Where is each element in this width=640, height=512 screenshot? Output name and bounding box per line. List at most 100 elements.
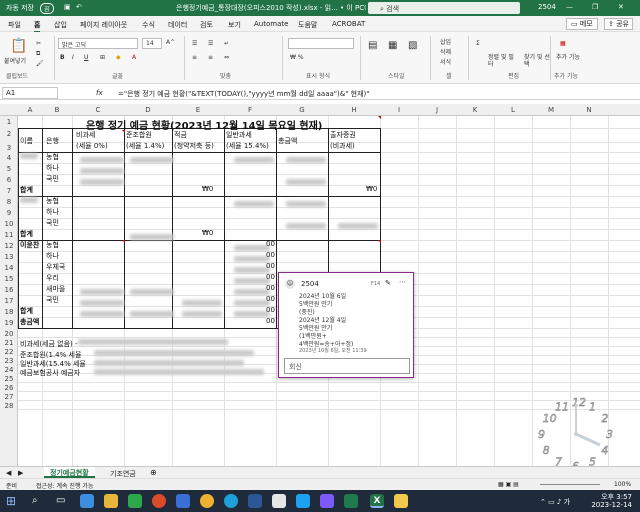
font-color-icon[interactable]: A [132, 54, 136, 61]
user-name[interactable]: 2504 [538, 3, 556, 11]
row-header[interactable]: 13 [0, 253, 18, 261]
bold-icon[interactable]: B [60, 54, 65, 61]
cut-icon[interactable]: ✂ [36, 40, 41, 47]
addin-button[interactable]: 추가 기능 [556, 54, 580, 61]
insert-cells-button[interactable]: 삽입 [440, 37, 451, 46]
tab-automate[interactable]: Automate [254, 20, 288, 28]
row-header[interactable]: 16 [0, 286, 18, 294]
italic-icon[interactable]: I [72, 54, 74, 61]
underline-icon[interactable]: U [84, 54, 88, 61]
comment-indicator[interactable] [122, 240, 125, 243]
taskbar-date[interactable]: 2023-12-14 [582, 501, 632, 509]
autosave-toggle[interactable]: 끔 [40, 3, 54, 14]
format-painter-icon[interactable]: 🖌 [36, 60, 44, 67]
app-icon[interactable] [176, 494, 190, 508]
addin-icon[interactable]: ▦ [560, 40, 566, 47]
accessibility-status[interactable]: 접근성: 계속 진행 가능 [36, 481, 93, 490]
font-name-select[interactable]: 맑은 고딕 [58, 38, 138, 49]
sheet-tab-active[interactable]: 정기예금현황 [44, 467, 95, 478]
col-header-f[interactable]: F [224, 106, 276, 114]
paste-button[interactable]: 붙여넣기 [4, 56, 26, 65]
row-header[interactable]: 14 [0, 264, 18, 272]
row-header[interactable]: 5 [0, 165, 18, 173]
undo-icon[interactable]: ↶ [76, 3, 82, 11]
tab-page-layout[interactable]: 페이지 레이아웃 [80, 20, 127, 30]
row-header[interactable]: 20 [0, 330, 18, 338]
col-header-j[interactable]: J [418, 106, 456, 114]
autosum-icon[interactable]: Σ [476, 40, 480, 47]
number-format-select[interactable] [288, 38, 354, 49]
row-header[interactable]: 8 [0, 198, 18, 206]
zoom-level[interactable]: 100% [614, 481, 631, 488]
tab-acrobat[interactable]: ACROBAT [332, 20, 365, 28]
name-box[interactable]: A1 [2, 87, 58, 99]
app-icon[interactable] [394, 494, 408, 508]
app-icon[interactable] [320, 494, 334, 508]
row-header[interactable]: 12 [0, 242, 18, 250]
close-icon[interactable]: ✕ [618, 3, 624, 11]
app-icon[interactable] [272, 494, 286, 508]
col-header-h[interactable]: H [328, 106, 380, 114]
col-header-g[interactable]: G [276, 106, 328, 114]
view-normal-icon[interactable]: ▦ ▣ ▤ [498, 481, 519, 488]
more-options-icon[interactable]: ⋯ [399, 278, 406, 286]
tray-icons[interactable]: ⌃ ▭ ♪ 가 [540, 497, 570, 507]
app-icon[interactable] [152, 494, 166, 508]
fx-icon[interactable]: fx [96, 89, 103, 97]
edge-icon[interactable] [224, 494, 238, 508]
merge-center-icon[interactable]: ⇔ [224, 54, 229, 61]
tab-data[interactable]: 데이터 [168, 20, 187, 30]
col-header-i[interactable]: I [380, 106, 418, 114]
conditional-format-icon[interactable]: ▤ [368, 40, 377, 51]
font-grow-icon[interactable]: A^ [166, 39, 175, 46]
tab-file[interactable]: 파일 [8, 20, 21, 30]
search-icon[interactable]: ⌕ [32, 495, 38, 506]
align-middle-icon[interactable]: ☰ [208, 40, 213, 47]
add-sheet-icon[interactable]: ⊕ [150, 468, 157, 477]
sort-filter-button[interactable]: 정렬 및 필터 [488, 54, 518, 68]
row-header[interactable]: 18 [0, 308, 18, 316]
border-icon[interactable]: ⊞ [100, 54, 105, 61]
tab-formulas[interactable]: 수식 [142, 20, 155, 30]
col-header-m[interactable]: M [532, 106, 570, 114]
row-header[interactable]: 28 [0, 402, 18, 410]
app-icon[interactable] [248, 494, 262, 508]
app-icon[interactable] [128, 494, 142, 508]
tab-scroll-left-icon[interactable]: ◀ [6, 469, 11, 477]
app-icon[interactable] [296, 494, 310, 508]
row-header[interactable]: 4 [0, 154, 18, 162]
wrap-text-icon[interactable]: ↵ [224, 40, 229, 47]
col-header-k[interactable]: K [456, 106, 494, 114]
col-header-l[interactable]: L [494, 106, 532, 114]
search-box[interactable]: ⌕ 검색 [368, 2, 520, 14]
currency-icon[interactable]: ₩ % [290, 54, 304, 61]
align-left-icon[interactable]: ≡ [192, 54, 197, 61]
font-size-select[interactable]: 14 [142, 38, 162, 49]
comment-indicator[interactable] [378, 240, 381, 243]
task-view-icon[interactable]: ▭ [56, 495, 65, 506]
col-header-b[interactable]: B [42, 106, 72, 114]
comment-indicator[interactable] [378, 116, 381, 119]
row-header[interactable]: 3 [0, 144, 18, 152]
minimize-icon[interactable]: — [566, 3, 573, 11]
row-header[interactable]: 9 [0, 209, 18, 217]
col-header-n[interactable]: N [570, 106, 608, 114]
chrome-icon[interactable] [200, 494, 214, 508]
row-header[interactable]: 26 [0, 384, 18, 392]
col-header-d[interactable]: D [124, 106, 172, 114]
paste-icon[interactable]: 📋 [10, 38, 27, 54]
row-header[interactable]: 15 [0, 275, 18, 283]
maximize-icon[interactable]: ❐ [592, 3, 598, 11]
file-explorer-icon[interactable] [104, 494, 118, 508]
zoom-slider[interactable] [540, 484, 600, 485]
copy-icon[interactable]: ⧉ [36, 50, 40, 58]
reply-input[interactable]: 회신 [284, 358, 410, 374]
memo-button[interactable]: ▭ 메모 [566, 18, 598, 30]
row-header[interactable]: 23 [0, 357, 18, 365]
windows-start-icon[interactable]: ⊞ [6, 494, 16, 508]
row-header[interactable]: 17 [0, 297, 18, 305]
delete-cells-button[interactable]: 삭제 [440, 47, 451, 56]
row-header[interactable]: 25 [0, 375, 18, 383]
row-header[interactable]: 27 [0, 393, 18, 401]
share-button[interactable]: ⇪ 공유 [604, 18, 633, 30]
